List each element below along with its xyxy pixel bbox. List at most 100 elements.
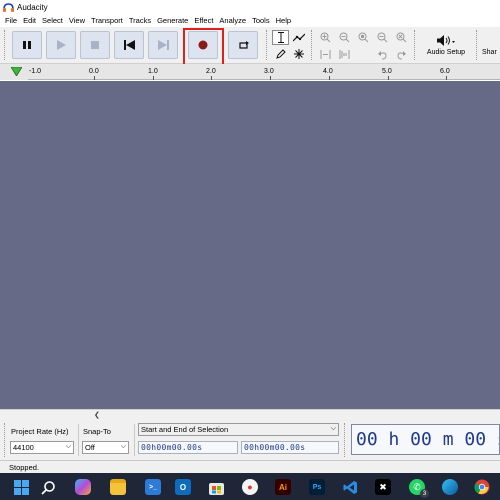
microsoft-store-icon[interactable] — [206, 477, 226, 497]
audio-setup-label: Audio Setup — [426, 48, 466, 56]
scroll-left-icon[interactable]: ❮ — [94, 411, 100, 419]
ruler-tick — [153, 76, 154, 80]
ruler-tick-label: 5.0 — [382, 68, 392, 75]
time-display[interactable]: 00 h 00 m 00 s — [351, 424, 500, 455]
loop-icon — [238, 41, 249, 49]
project-rate-value: 44100 — [13, 443, 34, 452]
envelope-icon — [292, 33, 305, 42]
outlook-icon[interactable]: O — [173, 477, 193, 497]
menu-edit[interactable]: Edit — [20, 16, 39, 25]
capcut-icon[interactable]: ✖ — [373, 477, 393, 497]
menu-tools[interactable]: Tools — [249, 16, 273, 25]
zoom-toggle-button[interactable] — [393, 30, 410, 45]
menu-generate[interactable]: Generate — [154, 16, 191, 25]
toolbar-grip[interactable] — [476, 30, 479, 60]
project-rate-select[interactable]: 44100 ⌵ — [10, 441, 74, 454]
whatsapp-icon[interactable]: ✆ 3 — [407, 477, 429, 498]
time-display-value: 00 h 00 m 00 s — [356, 429, 500, 450]
photoshop-icon[interactable]: Ps — [307, 477, 327, 497]
zoom-fit-icon — [377, 32, 388, 43]
ruler-tick-label: 1.0 — [148, 68, 158, 75]
stop-icon — [91, 41, 99, 49]
title-bar: Audacity — [0, 0, 500, 14]
paint-icon[interactable]: ● — [240, 477, 260, 497]
envelope-tool[interactable] — [290, 30, 307, 45]
redo-button[interactable] — [393, 47, 410, 62]
toolbar-grip[interactable] — [344, 423, 347, 457]
share-audio-label[interactable]: Shar — [482, 49, 497, 56]
ruler-zero-tick — [94, 76, 95, 80]
trim-button[interactable] — [317, 47, 334, 62]
menu-view[interactable]: View — [66, 16, 88, 25]
timeline-ruler[interactable]: -1.0 0.0 1.0 2.0 3.0 4.0 5.0 6.0 — [0, 64, 500, 80]
draw-tool[interactable] — [272, 46, 289, 61]
fit-project-button[interactable] — [374, 30, 391, 45]
loop-button[interactable] — [228, 31, 258, 59]
zoom-toggle-icon — [396, 32, 407, 43]
silence-button[interactable] — [336, 47, 353, 62]
toolbar-grip[interactable] — [266, 30, 269, 60]
menu-help[interactable]: Help — [273, 16, 294, 25]
horizontal-scrollbar[interactable]: ❮ — [0, 409, 500, 420]
selection-end-time[interactable]: 00h00m00.00s — [241, 441, 339, 454]
illustrator-icon[interactable]: Ai — [273, 477, 293, 497]
menu-bar: File Edit Select View Transport Tracks G… — [0, 14, 500, 27]
chrome-icon[interactable] — [472, 477, 492, 497]
windows-start-icon[interactable] — [11, 477, 31, 497]
skip-to-end-icon — [157, 40, 169, 50]
divider — [134, 424, 135, 456]
asterisk-icon — [293, 48, 304, 59]
selection-start-value: 00h00m00.00s — [141, 443, 203, 452]
menu-transport[interactable]: Transport — [88, 16, 126, 25]
window-title: Audacity — [17, 2, 48, 12]
zoom-selection-icon — [358, 32, 369, 43]
speaker-icon — [437, 34, 455, 46]
toolbar-grip[interactable] — [414, 30, 417, 60]
divider — [78, 424, 79, 456]
silence-icon — [339, 50, 350, 59]
menu-file[interactable]: File — [2, 16, 20, 25]
snap-to-select[interactable]: Off ⌵ — [82, 441, 129, 454]
skip-to-start-button[interactable] — [114, 31, 144, 59]
menu-effect[interactable]: Effect — [191, 16, 216, 25]
toolbar-grip[interactable] — [4, 423, 7, 457]
ruler-tick-label: -1.0 — [29, 68, 41, 75]
ruler-tick-label: 6.0 — [440, 68, 450, 75]
edge-icon[interactable] — [440, 477, 460, 497]
zoom-in-button[interactable] — [317, 30, 334, 45]
undo-button[interactable] — [374, 47, 391, 62]
fit-selection-button[interactable] — [355, 30, 372, 45]
vscode-icon[interactable] — [340, 477, 360, 497]
selection-tool[interactable] — [272, 30, 289, 45]
copilot-icon[interactable] — [73, 477, 93, 497]
selection-mode-value: Start and End of Selection — [141, 425, 229, 434]
ruler-tick — [329, 76, 330, 80]
play-button[interactable] — [46, 31, 76, 59]
skip-to-end-button[interactable] — [148, 31, 178, 59]
multi-tool[interactable] — [290, 46, 307, 61]
terminal-icon[interactable]: >_ — [143, 477, 163, 497]
selection-mode-select[interactable]: Start and End of Selection ⌵ — [138, 423, 339, 436]
menu-select[interactable]: Select — [39, 16, 66, 25]
pause-button[interactable] — [12, 31, 42, 59]
menu-analyze[interactable]: Analyze — [216, 16, 249, 25]
selection-start-time[interactable]: 00h00m00.00s — [138, 441, 238, 454]
menu-tracks[interactable]: Tracks — [126, 16, 154, 25]
search-icon[interactable] — [38, 477, 58, 497]
stop-button[interactable] — [80, 31, 110, 59]
ruler-tick — [446, 76, 447, 80]
trim-icon — [320, 50, 331, 59]
record-highlight-box — [183, 28, 224, 66]
play-head-icon[interactable] — [11, 67, 22, 76]
ruler-tick — [211, 76, 212, 80]
toolbar-grip[interactable] — [311, 30, 314, 60]
pause-icon — [23, 41, 31, 49]
track-area[interactable] — [0, 81, 500, 409]
audio-setup-button[interactable]: Audio Setup — [420, 30, 472, 60]
i-beam-icon — [277, 32, 284, 43]
project-rate-label: Project Rate (Hz) — [11, 427, 69, 436]
toolbar-grip[interactable] — [4, 30, 7, 60]
file-explorer-icon[interactable] — [108, 477, 128, 497]
zoom-out-button[interactable] — [336, 30, 353, 45]
taskbar: >_ O ● Ai Ps ✖ ✆ 3 — [0, 473, 500, 500]
